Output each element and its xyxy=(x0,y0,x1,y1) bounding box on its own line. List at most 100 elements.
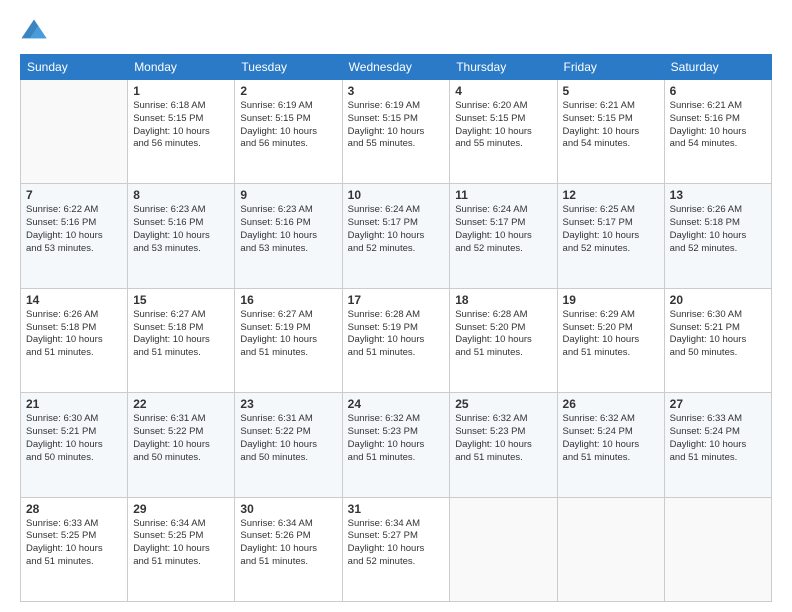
sunrise-text: Sunrise: 6:21 AM xyxy=(563,100,635,111)
daylight-text: Daylight: 10 hours xyxy=(563,126,640,137)
calendar-cell xyxy=(21,80,128,184)
day-number: 27 xyxy=(670,397,766,411)
day-number: 31 xyxy=(348,502,445,516)
daylight-text: Daylight: 10 hours xyxy=(133,126,210,137)
daylight-text: Daylight: 10 hours xyxy=(455,126,532,137)
sunrise-text: Sunrise: 6:24 AM xyxy=(455,204,527,215)
daylight-text-2: and 55 minutes. xyxy=(455,138,523,149)
daylight-text: Daylight: 10 hours xyxy=(348,439,425,450)
daylight-text: Daylight: 10 hours xyxy=(670,439,747,450)
sunrise-text: Sunrise: 6:21 AM xyxy=(670,100,742,111)
daylight-text: Daylight: 10 hours xyxy=(348,126,425,137)
daylight-text: Daylight: 10 hours xyxy=(563,334,640,345)
sunset-text: Sunset: 5:25 PM xyxy=(133,530,203,541)
day-number: 1 xyxy=(133,84,229,98)
daylight-text: Daylight: 10 hours xyxy=(240,126,317,137)
sunrise-text: Sunrise: 6:18 AM xyxy=(133,100,205,111)
daylight-text: Daylight: 10 hours xyxy=(240,334,317,345)
daylight-text-2: and 51 minutes. xyxy=(240,347,308,358)
calendar-cell: 20 Sunrise: 6:30 AMSunset: 5:21 PMDayligh… xyxy=(664,288,771,392)
sunrise-text: Sunrise: 6:28 AM xyxy=(455,309,527,320)
daylight-text: Daylight: 10 hours xyxy=(348,334,425,345)
sunrise-text: Sunrise: 6:33 AM xyxy=(670,413,742,424)
day-info: Sunrise: 6:23 AMSunset: 5:16 PMDaylight:… xyxy=(240,204,336,255)
daylight-text-2: and 50 minutes. xyxy=(670,347,738,358)
day-number: 7 xyxy=(26,188,122,202)
daylight-text-2: and 50 minutes. xyxy=(26,452,94,463)
sunset-text: Sunset: 5:21 PM xyxy=(670,322,740,333)
daylight-text-2: and 53 minutes. xyxy=(240,243,308,254)
day-number: 25 xyxy=(455,397,551,411)
daylight-text-2: and 52 minutes. xyxy=(348,556,416,567)
daylight-text-2: and 55 minutes. xyxy=(348,138,416,149)
daylight-text: Daylight: 10 hours xyxy=(670,126,747,137)
day-info: Sunrise: 6:33 AMSunset: 5:24 PMDaylight:… xyxy=(670,413,766,464)
calendar-cell: 2Sunrise: 6:19 AMSunset: 5:15 PMDaylight… xyxy=(235,80,342,184)
sunset-text: Sunset: 5:26 PM xyxy=(240,530,310,541)
daylight-text: Daylight: 10 hours xyxy=(26,543,103,554)
calendar-cell xyxy=(557,497,664,601)
day-info: Sunrise: 6:27 AMSunset: 5:18 PMDaylight:… xyxy=(133,309,229,360)
sunset-text: Sunset: 5:19 PM xyxy=(348,322,418,333)
calendar-header-sunday: Sunday xyxy=(21,55,128,80)
day-number: 29 xyxy=(133,502,229,516)
sunrise-text: Sunrise: 6:19 AM xyxy=(348,100,420,111)
day-info: Sunrise: 6:21 AM Sunset: 5:15 PM Daylight:… xyxy=(563,100,659,151)
sunset-text: Sunset: 5:21 PM xyxy=(26,426,96,437)
calendar-cell: 27 Sunrise: 6:33 AMSunset: 5:24 PMDayligh… xyxy=(664,393,771,497)
day-number: 18 xyxy=(455,293,551,307)
daylight-text: Daylight: 10 hours xyxy=(26,230,103,241)
sunset-text: Sunset: 5:16 PM xyxy=(133,217,203,228)
sunset-text: Sunset: 5:15 PM xyxy=(563,113,633,124)
sunset-text: Sunset: 5:27 PM xyxy=(348,530,418,541)
daylight-text-2: and 56 minutes. xyxy=(133,138,201,149)
day-info: Sunrise: 6:28 AMSunset: 5:19 PMDaylight:… xyxy=(348,309,445,360)
calendar-cell: 23 Sunrise: 6:31 AMSunset: 5:22 PMDayligh… xyxy=(235,393,342,497)
daylight-text-2: and 51 minutes. xyxy=(563,347,631,358)
daylight-text-2: and 52 minutes. xyxy=(563,243,631,254)
calendar-header-tuesday: Tuesday xyxy=(235,55,342,80)
sunrise-text: Sunrise: 6:34 AM xyxy=(348,518,420,529)
sunset-text: Sunset: 5:16 PM xyxy=(26,217,96,228)
sunset-text: Sunset: 5:19 PM xyxy=(240,322,310,333)
day-number: 20 xyxy=(670,293,766,307)
calendar-week-row: 28 Sunrise: 6:33 AMSunset: 5:25 PMDayligh… xyxy=(21,497,772,601)
day-number: 8 xyxy=(133,188,229,202)
day-number: 15 xyxy=(133,293,229,307)
day-number: 5 xyxy=(563,84,659,98)
calendar-cell: 12 Sunrise: 6:25 AMSunset: 5:17 PMDayligh… xyxy=(557,184,664,288)
daylight-text: Daylight: 10 hours xyxy=(455,334,532,345)
day-info: Sunrise: 6:19 AMSunset: 5:15 PMDaylight:… xyxy=(240,100,336,151)
daylight-text: Daylight: 10 hours xyxy=(133,543,210,554)
daylight-text: Daylight: 10 hours xyxy=(563,439,640,450)
day-info: Sunrise: 6:25 AMSunset: 5:17 PMDaylight:… xyxy=(563,204,659,255)
day-info: Sunrise: 6:23 AMSunset: 5:16 PMDaylight:… xyxy=(133,204,229,255)
calendar-week-row: 1Sunrise: 6:18 AMSunset: 5:15 PMDaylight… xyxy=(21,80,772,184)
sunset-text: Sunset: 5:18 PM xyxy=(26,322,96,333)
calendar-cell: 29Sunrise: 6:34 AMSunset: 5:25 PMDayligh… xyxy=(128,497,235,601)
calendar-cell: 11Sunrise: 6:24 AMSunset: 5:17 PMDayligh… xyxy=(450,184,557,288)
day-info: Sunrise: 6:31 AMSunset: 5:22 PMDaylight:… xyxy=(240,413,336,464)
daylight-text-2: and 51 minutes. xyxy=(133,556,201,567)
day-number: 12 xyxy=(563,188,659,202)
day-number: 23 xyxy=(240,397,336,411)
daylight-text-2: and 51 minutes. xyxy=(348,347,416,358)
calendar-cell: 7Sunrise: 6:22 AMSunset: 5:16 PMDaylight… xyxy=(21,184,128,288)
calendar-cell xyxy=(450,497,557,601)
day-info: Sunrise: 6:28 AM Sunset: 5:20 PMDaylight:… xyxy=(455,309,551,360)
calendar-cell: 19Sunrise: 6:29 AMSunset: 5:20 PMDayligh… xyxy=(557,288,664,392)
day-info: Sunrise: 6:18 AMSunset: 5:15 PMDaylight:… xyxy=(133,100,229,151)
sunset-text: Sunset: 5:20 PM xyxy=(455,322,525,333)
day-info: Sunrise: 6:30 AMSunset: 5:21 PMDaylight:… xyxy=(670,309,766,360)
sunrise-text: Sunrise: 6:25 AM xyxy=(563,204,635,215)
day-info: Sunrise: 6:34 AMSunset: 5:26 PMDaylight:… xyxy=(240,518,336,569)
day-number: 28 xyxy=(26,502,122,516)
sunset-text: Sunset: 5:25 PM xyxy=(26,530,96,541)
calendar-cell: 9Sunrise: 6:23 AMSunset: 5:16 PMDaylight… xyxy=(235,184,342,288)
sunset-text: Sunset: 5:16 PM xyxy=(240,217,310,228)
daylight-text-2: and 50 minutes. xyxy=(133,452,201,463)
calendar-cell: 4Sunrise: 6:20 AMSunset: 5:15 PMDaylight… xyxy=(450,80,557,184)
calendar-cell: 30Sunrise: 6:34 AMSunset: 5:26 PMDayligh… xyxy=(235,497,342,601)
day-info: Sunrise: 6:33 AMSunset: 5:25 PMDaylight:… xyxy=(26,518,122,569)
day-number: 14 xyxy=(26,293,122,307)
